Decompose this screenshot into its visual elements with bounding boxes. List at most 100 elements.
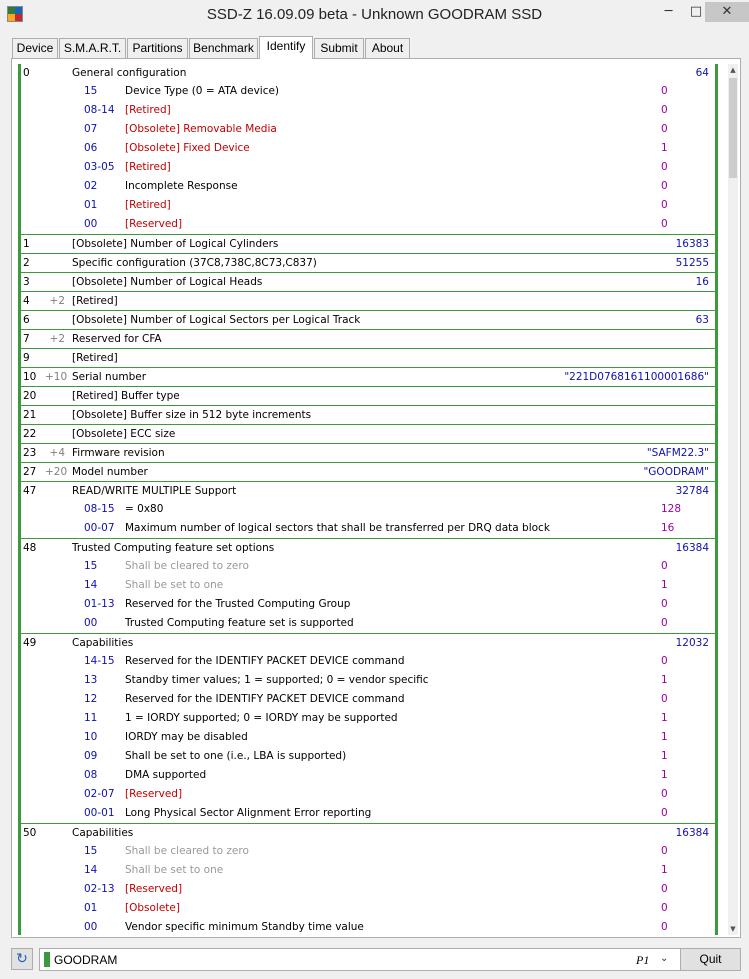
row-title: READ/WRITE MULTIPLE Support bbox=[72, 485, 237, 497]
bit-description: Incomplete Response bbox=[125, 180, 238, 192]
tab-about[interactable]: About bbox=[365, 38, 410, 58]
word-index: 2 bbox=[23, 257, 30, 269]
bit-value: 1 bbox=[661, 864, 668, 876]
identify-row[interactable]: 1 [Obsolete] Number of Logical Cylinders 1… bbox=[21, 235, 715, 254]
bit-range: 10 bbox=[84, 731, 98, 743]
drive-select[interactable]: GOODRAM P1 ⌄ bbox=[39, 948, 685, 971]
word-count: +2 bbox=[49, 295, 65, 307]
bottom-bar: ↻ GOODRAM P1 ⌄ Quit bbox=[11, 947, 749, 973]
minimize-button[interactable]: ─ bbox=[655, 2, 682, 22]
row-value: 16 bbox=[695, 276, 709, 288]
identify-row-header: 4 +2 [Retired] bbox=[21, 292, 715, 311]
identify-row[interactable]: 2 Specific configuration (37C8,738C,8C73,… bbox=[21, 254, 715, 273]
tab-submit[interactable]: Submit bbox=[314, 38, 364, 58]
bit-description: Trusted Computing feature set is support… bbox=[125, 617, 354, 629]
tab-device[interactable]: Device bbox=[12, 38, 58, 58]
bit-description: IORDY may be disabled bbox=[125, 731, 248, 743]
bit-description: [Obsolete] Fixed Device bbox=[125, 142, 250, 154]
identify-row[interactable]: 10 +10 Serial number "221D0768161100001686" bbox=[21, 368, 715, 387]
bit-value: 1 bbox=[661, 579, 668, 591]
row-title: [Obsolete] Buffer size in 512 byte incre… bbox=[72, 409, 312, 421]
identify-row[interactable]: 20 [Retired] Buffer type bbox=[21, 387, 715, 406]
bit-description: Shall be cleared to zero bbox=[125, 845, 249, 857]
identify-row[interactable]: 48 Trusted Computing feature set options 1… bbox=[21, 539, 715, 634]
word-index: 22 bbox=[23, 428, 37, 440]
bit-description: Long Physical Sector Alignment Error rep… bbox=[125, 807, 372, 819]
bit-value: 0 bbox=[661, 180, 668, 192]
bit-description: Vendor specific minimum Standby time val… bbox=[125, 921, 364, 933]
row-value: 16384 bbox=[675, 827, 709, 839]
bit-value: 0 bbox=[661, 85, 668, 97]
word-index: 21 bbox=[23, 409, 37, 421]
bit-field-row: 14-15 Reserved for the IDENTIFY PACKET DE… bbox=[21, 653, 715, 672]
identify-row-header: 27 +20 Model number "GOODRAM" bbox=[21, 463, 715, 482]
identify-row[interactable]: 23 +4 Firmware revision "SAFM22.3" bbox=[21, 444, 715, 463]
tab-identify[interactable]: Identify bbox=[259, 36, 313, 59]
identify-row[interactable]: 47 READ/WRITE MULTIPLE Support 32784 08-15 =… bbox=[21, 482, 715, 539]
identify-row[interactable]: 3 [Obsolete] Number of Logical Heads 16 bbox=[21, 273, 715, 292]
identify-row[interactable]: 6 [Obsolete] Number of Logical Sectors pe… bbox=[21, 311, 715, 330]
row-title: [Retired] Buffer type bbox=[72, 390, 180, 402]
identify-row[interactable]: 22 [Obsolete] ECC size bbox=[21, 425, 715, 444]
drive-name: GOODRAM bbox=[54, 953, 118, 967]
bit-description: [Retired] bbox=[125, 199, 171, 211]
bit-field-row: 06 [Obsolete] Fixed Device 1 bbox=[21, 140, 715, 159]
tab-partitions[interactable]: Partitions bbox=[127, 38, 188, 58]
identify-row[interactable]: 27 +20 Model number "GOODRAM" bbox=[21, 463, 715, 482]
identify-row[interactable]: 9 [Retired] bbox=[21, 349, 715, 368]
bit-range: 00 bbox=[84, 617, 98, 629]
row-title: [Retired] bbox=[72, 352, 118, 364]
scroll-up-arrow-icon[interactable]: ▲ bbox=[728, 64, 738, 76]
identify-row-header: 10 +10 Serial number "221D0768161100001686" bbox=[21, 368, 715, 387]
close-button[interactable]: ✕ bbox=[705, 2, 749, 22]
bit-description: = 0x80 bbox=[125, 503, 164, 515]
bit-range: 15 bbox=[84, 85, 98, 97]
identify-row-header: 7 +2 Reserved for CFA bbox=[21, 330, 715, 349]
identify-row[interactable]: 0 General configuration 64 15 Device Type (0… bbox=[21, 64, 715, 235]
word-index: 49 bbox=[23, 637, 37, 649]
bit-value: 0 bbox=[661, 845, 668, 857]
bit-range: 01-13 bbox=[84, 598, 115, 610]
identify-row[interactable]: 7 +2 Reserved for CFA bbox=[21, 330, 715, 349]
bit-range: 02 bbox=[84, 180, 98, 192]
row-value: 51255 bbox=[675, 257, 709, 269]
bit-field-row: 03-05 [Retired] 0 bbox=[21, 159, 715, 178]
bit-value: 128 bbox=[661, 503, 682, 515]
title-bar: SSD-Z 16.09.09 beta - Unknown GOODRAM SS… bbox=[0, 0, 749, 32]
quit-button[interactable]: Quit bbox=[680, 948, 741, 971]
refresh-button[interactable]: ↻ bbox=[11, 948, 33, 970]
identify-row[interactable]: 50 Capabilities 16384 15 Shall be cleared to… bbox=[21, 824, 715, 935]
bit-field-row: 11 1 = IORDY supported; 0 = IORDY may be … bbox=[21, 710, 715, 729]
tab-smart[interactable]: S.M.A.R.T. bbox=[59, 38, 126, 58]
identify-row-header: 22 [Obsolete] ECC size bbox=[21, 425, 715, 444]
bit-range: 00-07 bbox=[84, 522, 115, 534]
scroll-down-arrow-icon[interactable]: ▼ bbox=[728, 923, 738, 935]
bit-description: [Reserved] bbox=[125, 788, 183, 800]
chevron-down-icon[interactable]: ⌄ bbox=[660, 953, 668, 964]
bit-value: 1 bbox=[661, 769, 668, 781]
identify-row[interactable]: 4 +2 [Retired] bbox=[21, 292, 715, 311]
word-count: +2 bbox=[49, 333, 65, 345]
bit-description: Reserved for the IDENTIFY PACKET DEVICE … bbox=[125, 693, 405, 705]
window-title: SSD-Z 16.09.09 beta - Unknown GOODRAM SS… bbox=[206, 6, 543, 23]
bit-value: 0 bbox=[661, 807, 668, 819]
bit-field-row: 10 IORDY may be disabled 1 bbox=[21, 729, 715, 748]
row-title: Trusted Computing feature set options bbox=[72, 542, 275, 554]
identify-row[interactable]: 49 Capabilities 12032 14-15 Reserved for the… bbox=[21, 634, 715, 824]
tab-benchmark[interactable]: Benchmark bbox=[189, 38, 258, 58]
bit-field-row: 01 [Retired] 0 bbox=[21, 197, 715, 216]
bit-description: Shall be set to one bbox=[125, 579, 224, 591]
scroll-thumb[interactable] bbox=[729, 78, 737, 178]
bit-field-row: 14 Shall be set to one 1 bbox=[21, 862, 715, 881]
word-index: 27 bbox=[23, 466, 37, 478]
identify-row[interactable]: 21 [Obsolete] Buffer size in 512 byte inc… bbox=[21, 406, 715, 425]
bit-value: 0 bbox=[661, 123, 668, 135]
word-count: +4 bbox=[49, 447, 65, 459]
word-index: 20 bbox=[23, 390, 37, 402]
vertical-scrollbar[interactable]: ▲ ▼ bbox=[728, 64, 738, 935]
row-title: [Retired] bbox=[72, 295, 118, 307]
bit-range: 12 bbox=[84, 693, 98, 705]
row-title: Capabilities bbox=[72, 827, 134, 839]
word-count: +10 bbox=[45, 371, 68, 383]
word-index: 0 bbox=[23, 67, 30, 79]
